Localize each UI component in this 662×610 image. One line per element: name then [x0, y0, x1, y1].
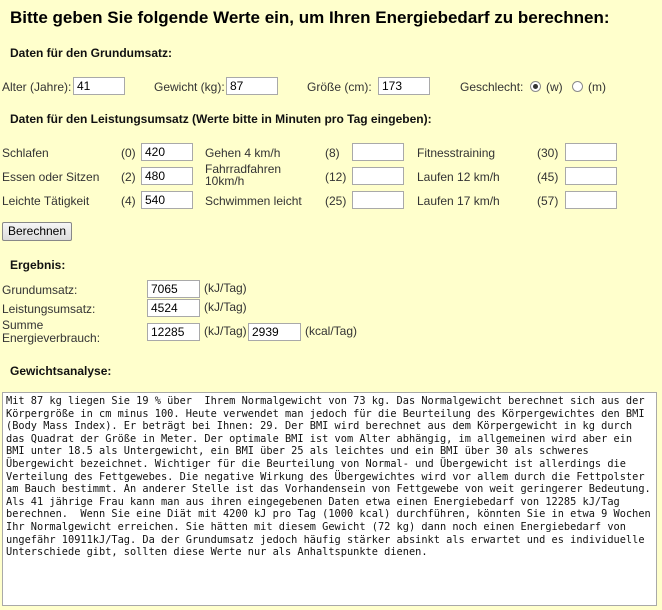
activity-input-schlafen[interactable]	[141, 143, 193, 161]
height-input[interactable]	[378, 77, 430, 95]
activity-input-fahrrad[interactable]	[352, 167, 404, 185]
weight-label: Gewicht (kg):	[154, 80, 225, 94]
activity-factor: (30)	[537, 146, 559, 160]
activity-factor: (45)	[537, 170, 559, 184]
calculate-button[interactable]: Berechnen	[2, 222, 72, 241]
summe-label-line2: Energieverbrauch:	[2, 331, 101, 345]
grundumsatz-heading: Daten für den Grundumsatz:	[10, 46, 173, 60]
summe-kcal-field[interactable]	[248, 323, 301, 341]
grundumsatz-result-field[interactable]	[147, 280, 200, 298]
leistung-heading: Daten für den Leistungsumsatz (Werte bit…	[10, 112, 432, 126]
leistungsumsatz-result-label: Leistungsumsatz:	[2, 302, 96, 316]
summe-kcal-unit: (kcal/Tag)	[305, 324, 358, 338]
weight-analysis-textarea[interactable]: Mit 87 kg liegen Sie 19 % über Ihrem Nor…	[2, 392, 657, 606]
activity-input-essen[interactable]	[141, 167, 193, 185]
activity-label: Fitnesstraining	[417, 146, 496, 160]
activity-factor: (25)	[325, 194, 347, 208]
activity-input-leicht[interactable]	[141, 191, 193, 209]
height-label: Größe (cm):	[307, 80, 372, 94]
activity-input-fitness[interactable]	[565, 143, 617, 161]
activity-factor: (57)	[537, 194, 559, 208]
analyse-heading: Gewichtsanalyse:	[10, 364, 112, 378]
activity-factor: (4)	[121, 194, 136, 208]
activity-input-laufen12[interactable]	[565, 167, 617, 185]
summe-kj-field[interactable]	[147, 323, 200, 341]
gender-label: Geschlecht:	[460, 80, 524, 94]
gender-w-label: (w)	[546, 80, 563, 94]
leistungsumsatz-result-field[interactable]	[147, 299, 200, 317]
summe-label-line1: Summe	[2, 318, 44, 332]
activity-label: Schwimmen leicht	[205, 194, 302, 208]
page-title: Bitte geben Sie folgende Werte ein, um I…	[10, 8, 610, 27]
gender-w-radio[interactable]	[530, 81, 541, 92]
activity-input-schwimmen[interactable]	[352, 191, 404, 209]
gender-m-radio[interactable]	[572, 81, 583, 92]
activity-label: Laufen 12 km/h	[417, 170, 500, 184]
activity-input-laufen17[interactable]	[565, 191, 617, 209]
age-label: Alter (Jahre):	[2, 80, 72, 94]
activity-input-gehen[interactable]	[352, 143, 404, 161]
grundumsatz-result-unit: (kJ/Tag)	[204, 281, 247, 295]
activity-label: Laufen 17 km/h	[417, 194, 500, 208]
activity-label: Fahrradfahren 10km/h	[205, 162, 282, 188]
gender-m-label: (m)	[588, 80, 606, 94]
activity-factor: (0)	[121, 146, 136, 160]
age-input[interactable]	[73, 77, 125, 95]
grundumsatz-result-label: Grundumsatz:	[2, 283, 78, 297]
ergebnis-heading: Ergebnis:	[10, 258, 66, 272]
activity-label: Schlafen	[2, 146, 49, 160]
activity-label: Leichte Tätigkeit	[2, 194, 90, 208]
activity-factor: (12)	[325, 170, 347, 184]
activity-label: Essen oder Sitzen	[2, 170, 100, 184]
activity-label: Gehen 4 km/h	[205, 146, 281, 160]
summe-kj-unit: (kJ/Tag)	[204, 324, 247, 338]
leistungsumsatz-result-unit: (kJ/Tag)	[204, 300, 247, 314]
weight-input[interactable]	[226, 77, 278, 95]
activity-factor: (2)	[121, 170, 136, 184]
activity-factor: (8)	[325, 146, 340, 160]
